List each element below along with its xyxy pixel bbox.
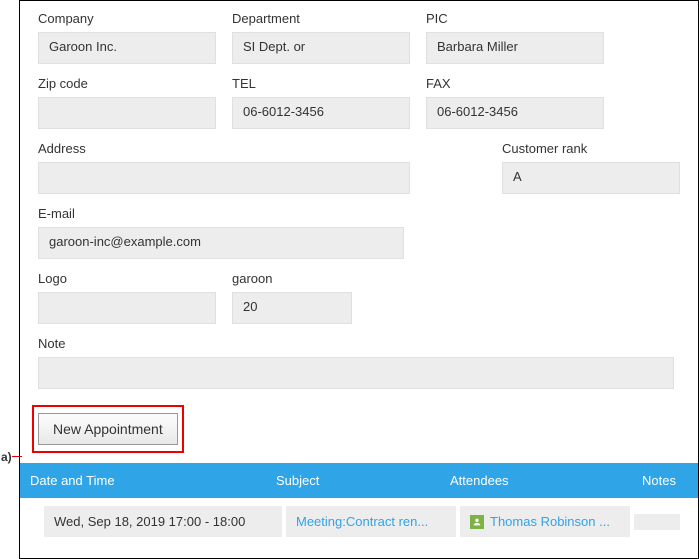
cell-subject[interactable]: Meeting:Contract ren... [286, 506, 456, 537]
new-appointment-button[interactable]: New Appointment [38, 413, 178, 445]
rank-field[interactable]: A [502, 162, 680, 194]
logo-field[interactable] [38, 292, 216, 324]
fax-field[interactable]: 06-6012-3456 [426, 97, 604, 129]
garoon-field[interactable]: 20 [232, 292, 352, 324]
zip-field[interactable] [38, 97, 216, 129]
department-field[interactable]: SI Dept. or [232, 32, 410, 64]
logo-label: Logo [38, 271, 216, 286]
table-row: Wed, Sep 18, 2019 17:00 - 18:00 Meeting:… [20, 498, 698, 545]
rank-label: Customer rank [502, 141, 680, 156]
note-field[interactable] [38, 357, 674, 389]
pic-field[interactable]: Barbara Miller [426, 32, 604, 64]
zip-label: Zip code [38, 76, 216, 91]
pic-label: PIC [426, 11, 604, 26]
th-datetime: Date and Time [30, 473, 276, 488]
cell-notes [634, 514, 680, 530]
company-field[interactable]: Garoon Inc. [38, 32, 216, 64]
user-icon [470, 515, 484, 529]
callout-line [12, 456, 22, 457]
address-field[interactable] [38, 162, 410, 194]
table-header: Date and Time Subject Attendees Notes [20, 463, 698, 498]
attendee-name: Thomas Robinson ... [490, 514, 610, 529]
tel-label: TEL [232, 76, 410, 91]
highlight-box: New Appointment [32, 405, 184, 453]
cell-datetime: Wed, Sep 18, 2019 17:00 - 18:00 [44, 506, 282, 537]
fax-label: FAX [426, 76, 604, 91]
company-label: Company [38, 11, 216, 26]
th-subject: Subject [276, 473, 450, 488]
cell-attendees[interactable]: Thomas Robinson ... [460, 506, 630, 537]
tel-field[interactable]: 06-6012-3456 [232, 97, 410, 129]
form-container: Company Garoon Inc. Department SI Dept. … [19, 0, 699, 559]
callout-label: a) [1, 450, 12, 464]
garoon-label: garoon [232, 271, 352, 286]
address-label: Address [38, 141, 410, 156]
th-attendees: Attendees [450, 473, 638, 488]
email-label: E-mail [38, 206, 404, 221]
th-notes: Notes [638, 473, 676, 488]
email-field[interactable]: garoon-inc@example.com [38, 227, 404, 259]
note-label: Note [38, 336, 674, 351]
department-label: Department [232, 11, 410, 26]
